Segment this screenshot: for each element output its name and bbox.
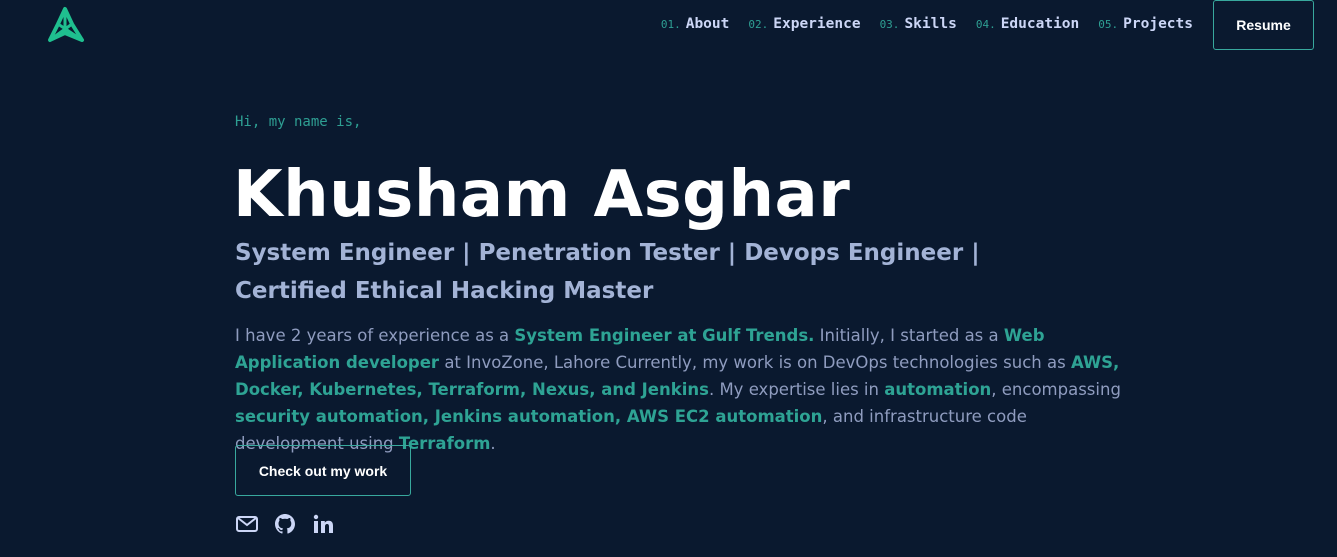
mail-icon[interactable] (235, 512, 259, 536)
nav-number: 02. (748, 18, 769, 31)
check-out-work-button[interactable]: Check out my work (235, 445, 411, 496)
nav-item-skills[interactable]: 03. Skills (880, 16, 957, 32)
nav-label: Education (1000, 16, 1080, 32)
social-links (235, 512, 335, 536)
bio-text: at InvoZone, Lahore Currently, my work i… (439, 353, 1071, 372)
linkedin-icon[interactable] (311, 512, 335, 536)
bio-text: Initially, I started as a (814, 326, 1004, 345)
bio-highlight: security automation, Jenkins automation,… (235, 407, 823, 426)
nav-number: 03. (879, 18, 900, 31)
star-logo-icon[interactable] (44, 4, 86, 46)
hero-subtitle: System Engineer | Penetration Tester | D… (235, 240, 980, 304)
nav-label: About (685, 16, 730, 32)
nav-number: 04. (975, 18, 996, 31)
nav-item-education[interactable]: 04. Education (976, 16, 1079, 32)
hero-name: Khusham Asghar (233, 158, 851, 232)
hero-bio: I have 2 years of experience as a System… (235, 322, 1125, 457)
nav-item-experience[interactable]: 02. Experience (748, 16, 860, 32)
nav-label: Experience (773, 16, 861, 32)
greeting-text: Hi, my name is, (235, 114, 362, 130)
bio-highlight: System Engineer at Gulf Trends. (514, 326, 815, 345)
nav-number: 01. (660, 18, 681, 31)
bio-text: , encompassing (991, 380, 1121, 399)
github-icon[interactable] (273, 512, 297, 536)
bio-text: . My expertise lies in (708, 380, 885, 399)
main-nav: 01. About 02. Experience 03. Skills 04. … (642, 16, 1193, 32)
nav-label: Skills (904, 16, 957, 32)
bio-highlight: Terraform (398, 434, 491, 453)
nav-label: Projects (1123, 16, 1193, 32)
bio-text: I have 2 years of experience as a (235, 326, 515, 345)
bio-highlight: automation (884, 380, 992, 399)
resume-button[interactable]: Resume (1213, 0, 1314, 50)
portfolio-page: 01. About 02. Experience 03. Skills 04. … (0, 0, 1337, 557)
nav-number: 05. (1098, 18, 1119, 31)
bio-text: . (490, 434, 496, 453)
nav-item-projects[interactable]: 05. Projects (1098, 16, 1193, 32)
nav-item-about[interactable]: 01. About (661, 16, 730, 32)
